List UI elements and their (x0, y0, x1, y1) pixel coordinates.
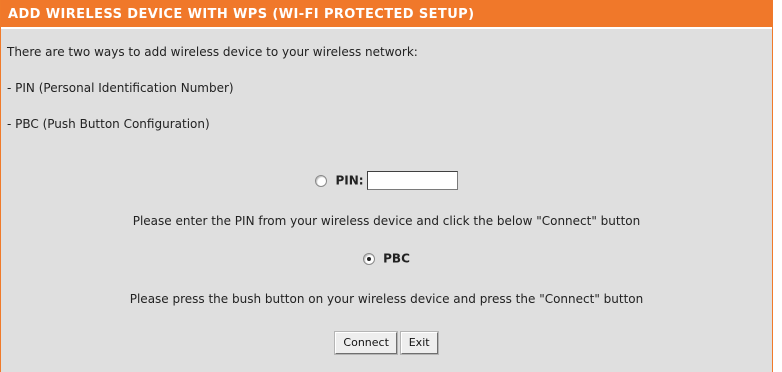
exit-button[interactable]: Exit (399, 331, 439, 355)
pin-radio[interactable] (315, 174, 328, 187)
pin-option-row: PIN: (1, 171, 772, 190)
pin-description: - PIN (Personal Identification Number) (7, 81, 234, 95)
pbc-instruction: Please press the bush button on your wir… (129, 292, 644, 306)
pbc-description: - PBC (Push Button Configuration) (7, 117, 210, 131)
pin-label: PIN: (335, 173, 364, 188)
pbc-label: PBC (383, 251, 410, 266)
connect-button[interactable]: Connect (334, 331, 398, 355)
pbc-radio[interactable] (363, 252, 376, 265)
pin-instruction: Please enter the PIN from your wireless … (132, 214, 641, 228)
panel-title: ADD WIRELESS DEVICE WITH WPS (WI-FI PROT… (8, 7, 475, 22)
panel-header: ADD WIRELESS DEVICE WITH WPS (WI-FI PROT… (1, 0, 772, 29)
pbc-option-row: PBC (1, 251, 772, 266)
wps-panel: ADD WIRELESS DEVICE WITH WPS (WI-FI PROT… (0, 0, 773, 372)
pin-input[interactable] (366, 171, 458, 190)
button-row: Connect Exit (1, 331, 772, 355)
intro-text: There are two ways to add wireless devic… (7, 45, 418, 59)
